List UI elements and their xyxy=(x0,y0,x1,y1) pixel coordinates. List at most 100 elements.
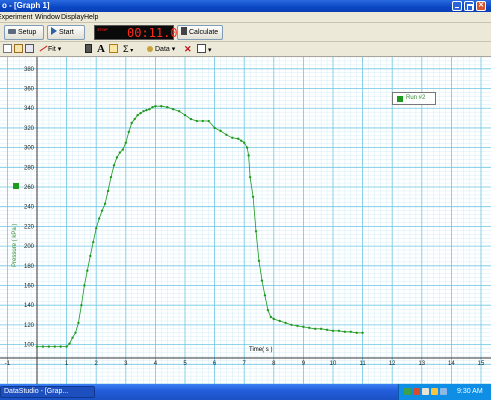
data-point xyxy=(80,304,83,307)
data-point xyxy=(92,240,95,244)
data-point xyxy=(278,319,281,323)
graph-area[interactable]: 100 120 140 160 180 200 220 240 260 280 300 320 340 3… xyxy=(0,57,491,384)
data-point xyxy=(272,317,275,321)
menu-help[interactable]: Help xyxy=(84,12,98,23)
data-point xyxy=(124,141,128,144)
calculator-tool-icon[interactable] xyxy=(85,44,92,55)
data-point xyxy=(100,209,104,212)
tray-monitor-icon[interactable] xyxy=(440,388,447,395)
data-point xyxy=(183,113,187,117)
data-point xyxy=(65,345,68,348)
calculate-label: Calculate xyxy=(189,29,219,36)
data-point xyxy=(343,330,347,333)
setup-button[interactable]: Setup xyxy=(4,25,44,40)
data-point xyxy=(142,109,145,113)
data-point xyxy=(139,111,142,115)
x-axis-label: Time( s ) xyxy=(249,347,273,353)
y-tick-label: 160 xyxy=(24,284,35,290)
data-point xyxy=(115,156,119,159)
data-point xyxy=(201,119,204,123)
x-tick-label: 13 xyxy=(418,361,425,367)
calculate-button[interactable]: Calculate xyxy=(177,25,223,40)
annotation-label: A xyxy=(97,43,105,55)
timer-status: STOP xyxy=(97,27,108,32)
window-title: o - [Graph 1] xyxy=(2,1,50,10)
data-point xyxy=(71,336,74,339)
taskbar: DataStudio - [Grap... 9:30 AM xyxy=(0,384,491,400)
taskbar-datastudio[interactable]: DataStudio - [Grap... xyxy=(0,386,95,398)
menu-window[interactable]: Window xyxy=(35,12,60,23)
x-tick-label: 12 xyxy=(389,361,396,367)
y-tick-label: 200 xyxy=(24,244,35,250)
start-button[interactable]: Start xyxy=(47,25,85,40)
start-label: Start xyxy=(59,29,74,36)
data-point xyxy=(231,136,234,139)
data-point xyxy=(148,108,151,111)
fit-line-icon xyxy=(39,45,48,52)
data-point xyxy=(154,105,157,108)
data-point xyxy=(302,325,305,329)
setup-label: Setup xyxy=(18,29,37,36)
data-point xyxy=(145,108,148,112)
y-tick-label: 280 xyxy=(24,165,35,171)
graph-settings-dropdown[interactable]: ▾ xyxy=(197,44,211,55)
menu-display[interactable]: Display xyxy=(61,12,84,23)
y-tick-label: 260 xyxy=(24,185,35,191)
data-point xyxy=(213,126,216,130)
setup-icon xyxy=(8,29,16,34)
legend[interactable]: Run #2 xyxy=(392,92,436,105)
datastudio-window: o - [Graph 1] ✕ Experiment Window Displa… xyxy=(0,0,491,400)
data-point xyxy=(166,106,169,109)
menu-experiment[interactable]: Experiment xyxy=(0,12,32,23)
data-point xyxy=(89,254,92,258)
data-dropdown[interactable]: Data ▾ xyxy=(147,44,175,55)
data-point xyxy=(266,308,270,312)
taskbar-clock: 9:30 AM xyxy=(457,388,483,395)
tray-network-icon[interactable] xyxy=(422,388,429,395)
pressure-time-chart[interactable]: 100 120 140 160 180 200 220 240 260 280 300 320 340 3… xyxy=(0,57,491,384)
tray-security-icon[interactable] xyxy=(413,388,420,395)
statistics-dropdown[interactable]: Σ ▾ xyxy=(123,44,133,55)
data-point xyxy=(290,323,293,327)
x-tick-label: -1 xyxy=(5,361,11,367)
y-tick-label: 180 xyxy=(24,264,35,270)
title-bar[interactable]: o - [Graph 1] ✕ xyxy=(0,0,491,12)
data-point xyxy=(349,330,352,333)
main-toolbar: Setup Start STOP 00:11.0 Calculate xyxy=(0,23,491,42)
data-point xyxy=(269,315,273,319)
data-point xyxy=(106,189,110,193)
scale-to-fit-icon[interactable] xyxy=(3,44,12,55)
data-point xyxy=(95,227,98,230)
menu-bar: Experiment Window Display Help xyxy=(0,12,491,23)
zoom-icon[interactable] xyxy=(14,44,23,55)
minimize-icon[interactable] xyxy=(452,1,462,11)
maximize-icon[interactable] xyxy=(464,1,474,11)
data-point xyxy=(355,331,358,334)
data-point xyxy=(127,130,130,134)
close-icon[interactable]: ✕ xyxy=(476,1,486,11)
data-point xyxy=(240,139,243,142)
annotation-tool[interactable]: A xyxy=(97,44,105,55)
x-tick-label: 10 xyxy=(330,361,337,367)
fit-dropdown[interactable]: Fit ▾ xyxy=(39,44,61,55)
data-point xyxy=(251,195,255,199)
y-tick-label: 320 xyxy=(24,126,35,132)
y-tick-label: 300 xyxy=(24,146,35,152)
tray-volume-icon[interactable] xyxy=(431,388,438,395)
data-point xyxy=(260,279,264,282)
smart-tool-icon[interactable] xyxy=(109,44,118,55)
system-tray: 9:30 AM xyxy=(398,384,491,400)
data-point xyxy=(86,269,89,272)
delete-icon[interactable]: ✕ xyxy=(184,44,192,55)
data-point xyxy=(189,117,193,121)
tray-app-icon[interactable] xyxy=(404,388,411,395)
data-point xyxy=(77,321,80,325)
data-point xyxy=(121,148,125,151)
data-point xyxy=(195,119,199,123)
data-point xyxy=(35,345,39,348)
timer-display: STOP 00:11.0 xyxy=(94,25,178,40)
y-tick-label: 100 xyxy=(24,343,35,349)
zoom-select-icon[interactable] xyxy=(25,44,34,55)
x-tick-label: 14 xyxy=(448,361,455,367)
data-point xyxy=(118,151,122,154)
